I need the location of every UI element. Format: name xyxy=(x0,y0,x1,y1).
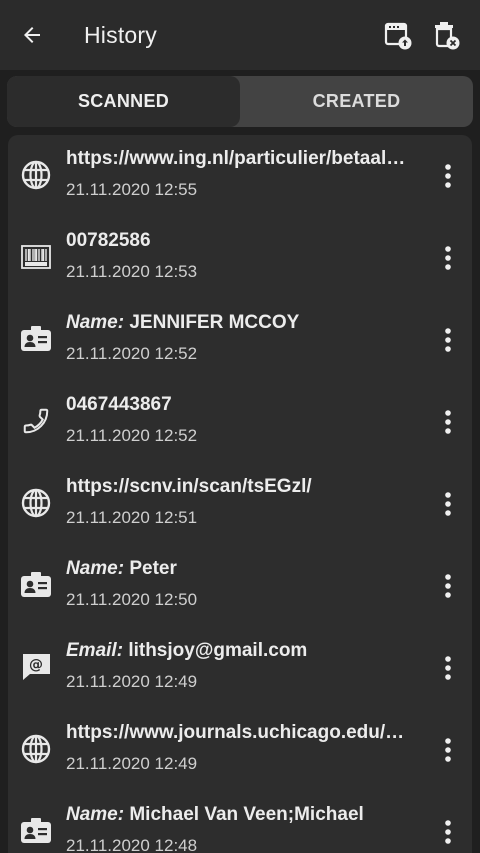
item-value: https://www.journals.uchicago.edu/… xyxy=(66,722,405,743)
list-item[interactable]: https://www.ing.nl/particulier/betaal… 2… xyxy=(8,135,472,217)
delete-history-button[interactable] xyxy=(428,17,464,53)
item-content: Name: JENNIFER MCCOY xyxy=(66,312,426,334)
back-button[interactable] xyxy=(14,17,50,53)
tab-bar: SCANNED CREATED xyxy=(7,76,473,127)
more-options-button[interactable] xyxy=(434,159,462,193)
item-timestamp: 21.11.2020 12:49 xyxy=(66,672,198,691)
list-item[interactable]: Name: JENNIFER MCCOY 21.11.2020 12:52 xyxy=(8,299,472,381)
item-content: https://www.ing.nl/particulier/betaal… xyxy=(66,148,426,170)
more-vert-icon xyxy=(445,738,451,762)
item-type-label: Name: xyxy=(66,558,125,579)
more-vert-icon xyxy=(445,574,451,598)
item-value: Peter xyxy=(129,558,177,579)
more-vert-icon xyxy=(445,246,451,270)
item-type-label: Name: xyxy=(66,312,125,333)
item-timestamp: 21.11.2020 12:55 xyxy=(66,180,198,199)
item-content: 0467443867 xyxy=(66,394,426,416)
list-item[interactable]: Name: Michael Van Veen;Michael 21.11.202… xyxy=(8,791,472,853)
history-list: https://www.ing.nl/particulier/betaal… 2… xyxy=(8,135,472,853)
item-value: 00782586 xyxy=(66,230,151,251)
more-vert-icon xyxy=(445,410,451,434)
item-value: https://www.ing.nl/particulier/betaal… xyxy=(66,148,406,169)
item-value: 0467443867 xyxy=(66,394,172,415)
globe-icon xyxy=(18,157,54,193)
item-content: Name: Peter xyxy=(66,558,426,580)
contact-card-icon xyxy=(18,321,54,357)
page-title: History xyxy=(84,22,157,48)
item-content: Name: Michael Van Veen;Michael xyxy=(66,804,426,826)
contact-card-icon xyxy=(18,813,54,849)
list-item[interactable]: 00782586 21.11.2020 12:53 xyxy=(8,217,472,299)
export-history-icon xyxy=(384,22,412,50)
item-value: JENNIFER MCCOY xyxy=(129,312,300,333)
item-content: 00782586 xyxy=(66,230,426,252)
svg-text:@: @ xyxy=(29,657,43,673)
tab-created[interactable]: CREATED xyxy=(240,76,473,127)
barcode-icon xyxy=(18,239,54,275)
item-timestamp: 21.11.2020 12:49 xyxy=(66,754,198,773)
list-item[interactable]: @ Email: lithsjoy@gmail.com 21.11.2020 1… xyxy=(8,627,472,709)
item-timestamp: 21.11.2020 12:52 xyxy=(66,344,198,363)
more-vert-icon xyxy=(445,328,451,352)
tab-scanned[interactable]: SCANNED xyxy=(7,76,240,127)
more-options-button[interactable] xyxy=(434,815,462,849)
item-timestamp: 21.11.2020 12:48 xyxy=(66,836,198,853)
list-item[interactable]: Name: Peter 21.11.2020 12:50 xyxy=(8,545,472,627)
item-value: Michael Van Veen;Michael xyxy=(129,804,364,825)
app-bar: History xyxy=(0,0,480,70)
globe-icon xyxy=(18,731,54,767)
more-options-button[interactable] xyxy=(434,569,462,603)
more-options-button[interactable] xyxy=(434,651,462,685)
item-timestamp: 21.11.2020 12:52 xyxy=(66,426,198,445)
more-vert-icon xyxy=(445,820,451,844)
item-value: lithsjoy@gmail.com xyxy=(128,640,308,661)
item-content: https://scnv.in/scan/tsEGzl/ xyxy=(66,476,426,498)
item-timestamp: 21.11.2020 12:51 xyxy=(66,508,198,527)
contact-card-icon xyxy=(18,567,54,603)
globe-icon xyxy=(18,485,54,521)
item-content: https://www.journals.uchicago.edu/… xyxy=(66,722,426,744)
more-vert-icon xyxy=(445,492,451,516)
more-vert-icon xyxy=(445,164,451,188)
arrow-back-icon xyxy=(24,27,40,43)
item-value: https://scnv.in/scan/tsEGzl/ xyxy=(66,476,312,497)
list-item[interactable]: https://www.journals.uchicago.edu/… 21.1… xyxy=(8,709,472,791)
more-options-button[interactable] xyxy=(434,323,462,357)
list-item[interactable]: https://scnv.in/scan/tsEGzl/ 21.11.2020 … xyxy=(8,463,472,545)
more-vert-icon xyxy=(445,656,451,680)
more-options-button[interactable] xyxy=(434,241,462,275)
more-options-button[interactable] xyxy=(434,405,462,439)
delete-history-icon xyxy=(435,22,460,50)
item-timestamp: 21.11.2020 12:50 xyxy=(66,590,198,609)
export-history-button[interactable] xyxy=(380,17,416,53)
list-item[interactable]: 0467443867 21.11.2020 12:52 xyxy=(8,381,472,463)
more-options-button[interactable] xyxy=(434,487,462,521)
more-options-button[interactable] xyxy=(434,733,462,767)
item-timestamp: 21.11.2020 12:53 xyxy=(66,262,198,281)
item-content: Email: lithsjoy@gmail.com xyxy=(66,640,426,662)
email-icon: @ xyxy=(18,649,54,685)
phone-icon xyxy=(18,403,54,439)
item-type-label: Name: xyxy=(66,804,125,825)
item-type-label: Email: xyxy=(66,640,124,661)
